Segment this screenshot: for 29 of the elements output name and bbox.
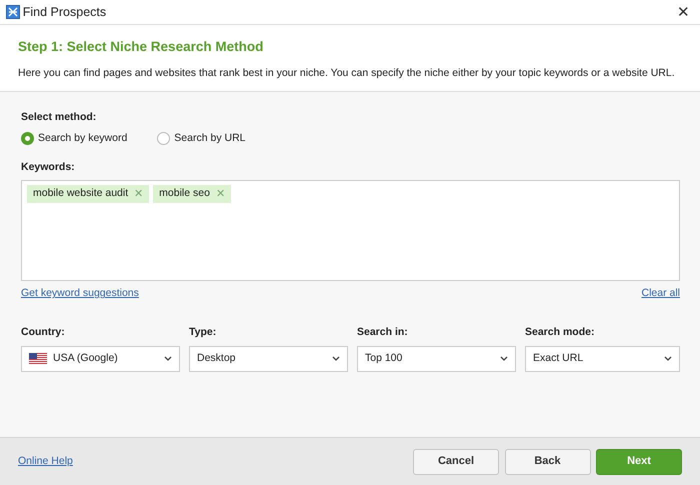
online-help-link[interactable]: Online Help [18, 454, 73, 470]
step-description: Here you can find pages and websites that rank best in your niche. You can specify the niche either by your topic keywords or a website URL. [18, 66, 676, 82]
close-button[interactable]: ✕ [673, 4, 694, 20]
clear-all-link[interactable]: Clear all [641, 286, 680, 302]
dropdown[interactable]: USA (Google) [21, 346, 180, 372]
window-title: Find Prospects [22, 4, 106, 21]
keyword-suggestions-link[interactable]: Get keyword suggestions [21, 286, 139, 302]
radio-option[interactable]: Search by keyword [21, 130, 128, 146]
tag-text: mobile seo [159, 186, 210, 202]
method-label: Select method: [21, 110, 98, 125]
footer-button[interactable]: Back [504, 448, 590, 474]
flag-icon [29, 352, 47, 365]
dropdown-label: Type: [189, 325, 218, 340]
dropdown[interactable]: Desktop [189, 346, 348, 372]
dropdown-label: Search mode: [525, 325, 596, 340]
step-title: Step 1: Select Niche Research Method [18, 39, 264, 56]
dropdown-label: Country: [21, 325, 66, 340]
keywords-label: Keywords: [21, 160, 76, 174]
chevron-down-icon [500, 356, 508, 362]
chevron-down-icon [332, 356, 340, 362]
app-icon [6, 5, 20, 19]
tag-text: mobile website audit [33, 186, 128, 202]
radio-option[interactable]: Search by URL [157, 130, 246, 146]
footer-button[interactable]: Cancel [413, 448, 499, 474]
dropdown-label: Search in: [357, 325, 409, 340]
dropdown[interactable]: Exact URL [525, 346, 680, 372]
dropdown[interactable]: Top 100 [357, 346, 516, 372]
chevron-down-icon [664, 356, 672, 362]
chevron-down-icon [164, 356, 172, 362]
